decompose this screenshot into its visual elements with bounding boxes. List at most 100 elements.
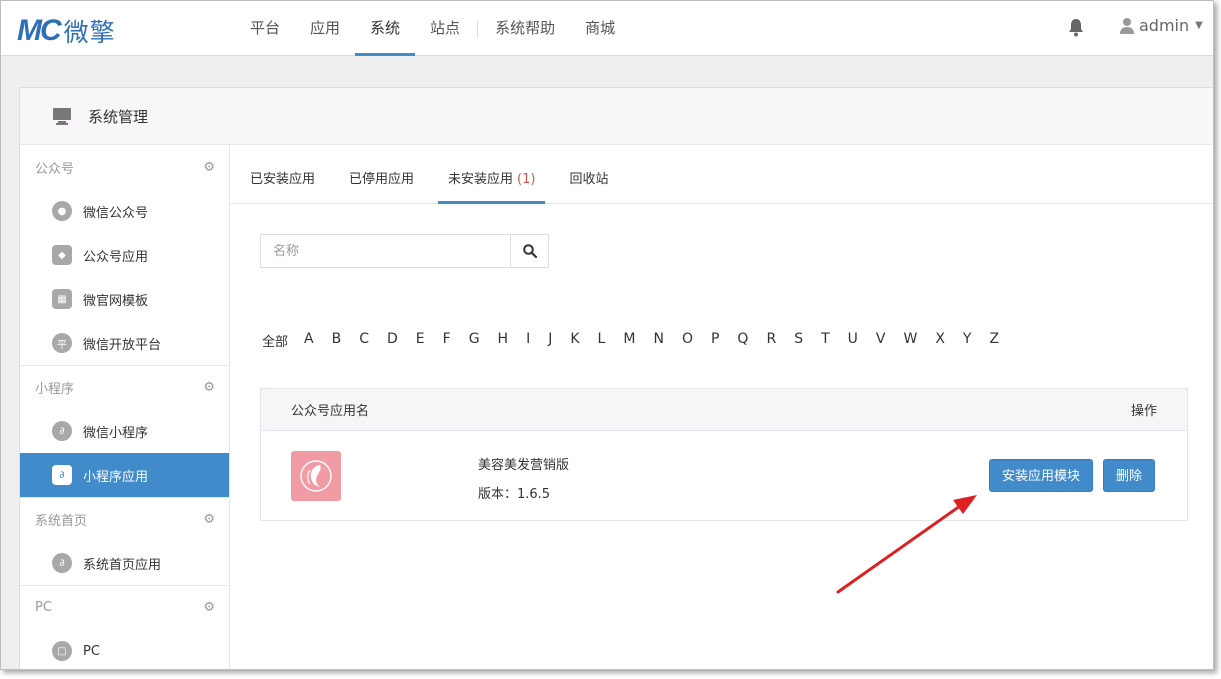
letter-filter-k[interactable]: K bbox=[570, 331, 579, 350]
sidebar-item-label: 系统首页应用 bbox=[83, 557, 162, 573]
tab-installed[interactable]: 已安装应用 bbox=[240, 145, 325, 204]
letter-filter-m[interactable]: M bbox=[623, 331, 635, 350]
search-input[interactable] bbox=[261, 235, 510, 267]
sidebar-item-pc[interactable]: □ PC bbox=[20, 629, 229, 669]
sidebar: 公众号 ⚙ ● 微信公众号 ◆ 公众号应用 ▦ 微官网模板 平 微信开放平台 小… bbox=[20, 145, 230, 669]
tab-count-badge: (1) bbox=[517, 172, 536, 187]
sidebar-section-mp: 公众号 ⚙ bbox=[20, 145, 229, 189]
sidebar-item-wechat-miniprogram[interactable]: ∂ 微信小程序 bbox=[20, 409, 229, 453]
user-icon bbox=[1120, 17, 1134, 34]
panel-title: 系统管理 bbox=[88, 107, 149, 126]
template-icon: ▦ bbox=[52, 289, 72, 309]
main-content: 已安装应用 已停用应用 未安装应用(1) 回收站 全部 ABCDEFGHIJKLM… bbox=[230, 145, 1213, 669]
sidebar-item-label: 微信小程序 bbox=[83, 425, 149, 441]
sidebar-section-title: 小程序 bbox=[35, 382, 75, 397]
app-tabs: 已安装应用 已停用应用 未安装应用 (1) 回收站 bbox=[230, 145, 1213, 204]
delete-button[interactable]: 删除 bbox=[1103, 459, 1156, 492]
monitor-icon bbox=[53, 108, 71, 125]
letter-filter-b[interactable]: B bbox=[332, 331, 342, 350]
sidebar-item-website-templates[interactable]: ▦ 微官网模板 bbox=[20, 277, 229, 321]
beauty-logo-icon bbox=[300, 460, 332, 492]
user-menu[interactable]: admin ▼ bbox=[1119, 16, 1203, 35]
nav-apps[interactable]: 应用 bbox=[295, 1, 355, 56]
tab-recycle-bin[interactable]: 回收站 bbox=[559, 145, 618, 204]
tab-uninstalled[interactable]: 未安装应用 (1) bbox=[438, 145, 546, 204]
nav-platform[interactable]: 平台 bbox=[235, 1, 295, 56]
letter-filter-o[interactable]: O bbox=[682, 331, 693, 350]
logo-mark: MC bbox=[17, 14, 62, 47]
letter-filter-t[interactable]: T bbox=[821, 331, 830, 350]
column-header-action: 操作 bbox=[1130, 404, 1157, 419]
logo[interactable]: MC 微擎 bbox=[17, 13, 116, 49]
bell-icon[interactable] bbox=[1067, 18, 1085, 38]
letter-filter-y[interactable]: Y bbox=[963, 331, 972, 350]
nav-system[interactable]: 系统 bbox=[355, 1, 416, 56]
sidebar-section-pc: PC ⚙ bbox=[20, 585, 229, 629]
wechat-icon: ● bbox=[52, 201, 72, 221]
sidebar-item-wechat-account[interactable]: ● 微信公众号 bbox=[20, 189, 229, 233]
search-box bbox=[260, 234, 549, 268]
letter-filter: 全部 A B C D E F G H I J K L M N O P Q R S T U V W X Y Z bbox=[262, 331, 1017, 350]
sidebar-item-miniprogram-apps[interactable]: ∂ 小程序应用 bbox=[20, 453, 229, 497]
sidebar-section-title: 公众号 bbox=[35, 161, 75, 177]
search-icon bbox=[522, 244, 537, 258]
letter-filter-j[interactable]: J bbox=[548, 331, 552, 350]
bag-icon: ∂ bbox=[52, 465, 72, 485]
gear-icon[interactable]: ⚙ bbox=[203, 512, 215, 527]
gear-icon[interactable]: ⚙ bbox=[203, 600, 215, 615]
app-icon bbox=[291, 451, 341, 501]
letter-filter-d[interactable]: D bbox=[387, 331, 398, 350]
letter-filter-l[interactable]: L bbox=[598, 331, 606, 350]
caret-down-icon: ▼ bbox=[1195, 20, 1203, 31]
pc-icon: □ bbox=[52, 641, 72, 661]
gear-icon[interactable]: ⚙ bbox=[203, 160, 215, 175]
letter-filter-g[interactable]: G bbox=[469, 331, 480, 350]
letter-filter-h[interactable]: H bbox=[498, 331, 509, 350]
main-nav: 平台 应用 系统 站点 系统帮助 商城 bbox=[235, 1, 630, 56]
tab-label: 未安装应用 bbox=[448, 172, 514, 187]
sidebar-item-account-apps[interactable]: ◆ 公众号应用 bbox=[20, 233, 229, 277]
letter-filter-n[interactable]: N bbox=[653, 331, 663, 350]
tab-disabled[interactable]: 已停用应用 bbox=[339, 145, 424, 204]
logo-text: 微擎 bbox=[63, 18, 116, 47]
sidebar-item-homepage-apps[interactable]: ∂ 系统首页应用 bbox=[20, 541, 229, 585]
letter-filter-all[interactable]: 全部 bbox=[262, 331, 288, 350]
sidebar-item-label: 微信公众号 bbox=[83, 205, 149, 221]
letter-filter-a[interactable]: A bbox=[304, 331, 314, 350]
letter-filter-i[interactable]: I bbox=[526, 331, 530, 350]
search-button[interactable] bbox=[510, 235, 548, 267]
sidebar-section-homepage: 系统首页 ⚙ bbox=[20, 497, 229, 541]
sidebar-section-title: PC bbox=[35, 600, 52, 615]
letter-filter-q[interactable]: Q bbox=[737, 331, 748, 350]
nav-site[interactable]: 站点 bbox=[415, 1, 475, 56]
nav-system-help[interactable]: 系统帮助 bbox=[480, 1, 570, 56]
letter-filter-x[interactable]: X bbox=[935, 331, 945, 350]
table-header: 公众号应用名 操作 bbox=[261, 389, 1187, 431]
table-row: 美容美发营销版 版本：1.6.5 安装应用模块 删除 bbox=[261, 431, 1187, 521]
letter-filter-u[interactable]: U bbox=[848, 331, 858, 350]
app-table: 公众号应用名 操作 美容美发营销版 版本：1.6.5 安装应用模块 删除 bbox=[260, 388, 1188, 521]
system-panel: 系统管理 公众号 ⚙ ● 微信公众号 ◆ 公众号应用 ▦ 微官网模板 平 微信开… bbox=[19, 87, 1213, 669]
letter-filter-e[interactable]: E bbox=[416, 331, 425, 350]
letter-filter-c[interactable]: C bbox=[359, 331, 369, 350]
letter-filter-v[interactable]: V bbox=[876, 331, 886, 350]
app-name: 美容美发营销版 bbox=[478, 458, 570, 473]
app-window: MC 微擎 平台 应用 系统 站点 系统帮助 商城 admin ▼ 系统管理 公… bbox=[0, 0, 1214, 670]
miniprogram-icon: ∂ bbox=[52, 553, 72, 573]
nav-store[interactable]: 商城 bbox=[570, 1, 630, 56]
letter-filter-z[interactable]: Z bbox=[989, 331, 999, 350]
letter-filter-p[interactable]: P bbox=[711, 331, 719, 350]
letter-filter-s[interactable]: S bbox=[794, 331, 803, 350]
user-name: admin bbox=[1139, 16, 1190, 35]
nav-divider bbox=[477, 20, 479, 38]
gear-icon[interactable]: ⚙ bbox=[203, 380, 215, 395]
sidebar-item-label: 微信开放平台 bbox=[83, 337, 162, 353]
top-navbar: MC 微擎 平台 应用 系统 站点 系统帮助 商城 admin ▼ bbox=[1, 1, 1213, 56]
letter-filter-f[interactable]: F bbox=[443, 331, 451, 350]
install-module-button[interactable]: 安装应用模块 bbox=[989, 459, 1094, 492]
sidebar-section-miniprogram: 小程序 ⚙ bbox=[20, 365, 229, 409]
sidebar-section-title: 系统首页 bbox=[35, 514, 88, 529]
sidebar-item-open-platform[interactable]: 平 微信开放平台 bbox=[20, 321, 229, 365]
letter-filter-r[interactable]: R bbox=[766, 331, 776, 350]
letter-filter-w[interactable]: W bbox=[903, 331, 917, 350]
